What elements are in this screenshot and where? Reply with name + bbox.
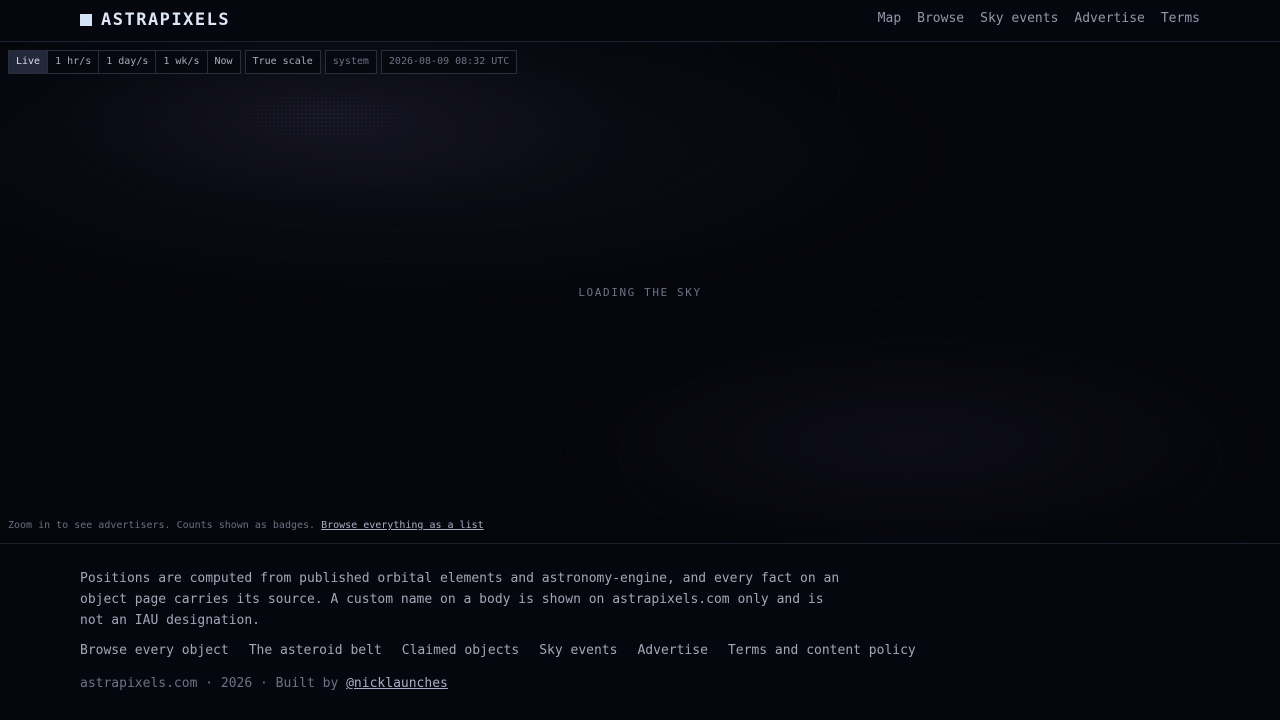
browse-list-link[interactable]: Browse everything as a list: [321, 520, 484, 531]
brand-logo[interactable]: ASTRAPIXELS: [80, 9, 230, 31]
time-controls: Live 1 hr/s 1 day/s 1 wk/s Now True scal…: [8, 50, 518, 74]
now-button[interactable]: Now: [207, 51, 240, 73]
speed-day-button[interactable]: 1 day/s: [99, 51, 157, 73]
author-link[interactable]: @nicklaunches: [346, 676, 448, 691]
asteroid-belt-cloud: [220, 88, 425, 146]
frame-selector[interactable]: system: [324, 50, 377, 74]
true-scale-toggle[interactable]: True scale: [244, 50, 321, 74]
loading-message: LOADING THE SKY: [578, 286, 702, 299]
footer-link-advertise[interactable]: Advertise: [637, 643, 707, 658]
top-navbar: ASTRAPIXELS Map Browse Sky events Advert…: [0, 0, 1280, 42]
speed-week-button[interactable]: 1 wk/s: [156, 51, 208, 73]
footer-link-asteroid-belt[interactable]: The asteroid belt: [249, 643, 382, 658]
footer-credit: astrapixels.com · 2026 · Built by @nickl…: [80, 676, 448, 691]
nav-link-terms[interactable]: Terms: [1161, 11, 1200, 26]
map-hint: Zoom in to see advertisers. Counts shown…: [8, 520, 484, 531]
footer-link-browse[interactable]: Browse every object: [80, 643, 229, 658]
nav-link-sky-events[interactable]: Sky events: [980, 11, 1058, 26]
speed-hour-button[interactable]: 1 hr/s: [48, 51, 100, 73]
footer-link-terms[interactable]: Terms and content policy: [728, 643, 916, 658]
nav-link-map[interactable]: Map: [878, 11, 901, 26]
nav-link-advertise[interactable]: Advertise: [1074, 11, 1144, 26]
speed-selector: Live 1 hr/s 1 day/s 1 wk/s Now: [8, 50, 241, 74]
footer-links: Browse every object The asteroid belt Cl…: [80, 643, 916, 658]
credit-text: astrapixels.com · 2026 · Built by: [80, 676, 339, 691]
brand-name: ASTRAPIXELS: [101, 10, 231, 30]
footer-link-sky-events[interactable]: Sky events: [539, 643, 617, 658]
footer-about-text: Positions are computed from published or…: [80, 571, 840, 628]
sky-map[interactable]: Live 1 hr/s 1 day/s 1 wk/s Now True scal…: [0, 42, 1280, 543]
nav-link-browse[interactable]: Browse: [917, 11, 964, 26]
speed-live-button[interactable]: Live: [9, 51, 49, 73]
footer-link-claimed[interactable]: Claimed objects: [402, 643, 519, 658]
main-nav: Map Browse Sky events Advertise Terms: [878, 11, 1200, 26]
logo-square-icon: [80, 14, 92, 26]
footer: Positions are computed from published or…: [0, 543, 1280, 720]
datetime-display[interactable]: 2026-08-09 08:32 UTC: [380, 50, 518, 74]
map-hint-text: Zoom in to see advertisers. Counts shown…: [8, 520, 316, 531]
